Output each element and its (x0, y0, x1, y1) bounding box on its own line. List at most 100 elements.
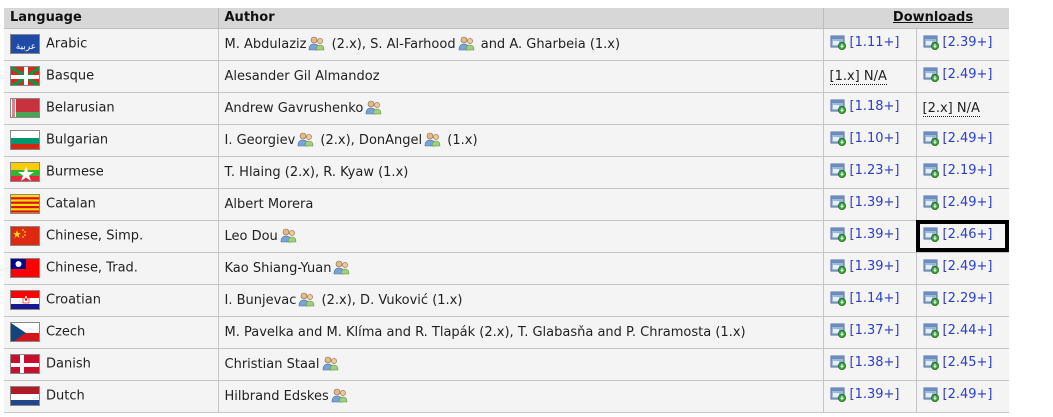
download-link[interactable]: [2.44+] (923, 322, 993, 338)
download-version-label[interactable]: [2.46+] (943, 227, 993, 242)
download-version-label[interactable]: [2.29+] (943, 291, 993, 306)
download-link[interactable]: [1.39+] (830, 194, 900, 210)
download-version-label[interactable]: [2.49+] (943, 387, 993, 402)
download-link[interactable]: [2.49+] (923, 130, 993, 146)
download-v2-cell[interactable]: [2.19+] (916, 156, 1010, 189)
download-link[interactable]: [1.23+] (830, 162, 900, 178)
download-v1-cell[interactable]: [1.37+] (823, 316, 917, 349)
download-link[interactable]: [2.46+] (923, 226, 993, 242)
package-download-icon[interactable] (923, 226, 939, 242)
package-download-icon[interactable] (830, 194, 846, 210)
package-download-icon[interactable] (923, 290, 939, 306)
download-version-label[interactable]: [1.23+] (850, 163, 900, 178)
download-link[interactable]: [1.14+] (830, 290, 900, 306)
download-link[interactable]: [2.49+] (923, 258, 993, 274)
download-v2-cell[interactable]: [2.49+] (916, 124, 1010, 157)
download-v2-cell[interactable]: [2.39+] (916, 28, 1010, 61)
download-link[interactable]: [2.49+] (923, 66, 993, 82)
download-version-label[interactable]: [2.49+] (943, 67, 993, 82)
belarus-flag-icon (10, 98, 40, 118)
download-link[interactable]: [1.39+] (830, 258, 900, 274)
download-link[interactable]: [1.37+] (830, 322, 900, 338)
package-download-icon[interactable] (923, 322, 939, 338)
download-link[interactable]: [2.29+] (923, 290, 993, 306)
person-group-icon[interactable] (424, 132, 441, 147)
person-group-icon[interactable] (298, 292, 315, 307)
download-version-label[interactable]: [1.37+] (850, 323, 900, 338)
download-v1-cell[interactable]: [1.11+] (823, 28, 917, 61)
download-link[interactable]: [1.11+] (830, 34, 900, 50)
package-download-icon[interactable] (923, 258, 939, 274)
package-download-icon[interactable] (923, 34, 939, 50)
download-v2-cell[interactable]: [2.49+] (916, 60, 1010, 93)
person-group-icon[interactable] (322, 356, 339, 371)
package-download-icon[interactable] (830, 386, 846, 402)
download-version-label[interactable]: [1.39+] (850, 259, 900, 274)
download-v2-cell[interactable]: [2.49+] (916, 380, 1010, 413)
download-v1-cell[interactable]: [1.10+] (823, 124, 917, 157)
download-version-label[interactable]: [2.39+] (943, 35, 993, 50)
package-download-icon[interactable] (923, 162, 939, 178)
download-link[interactable]: [1.18+] (830, 98, 900, 114)
china-flag-icon (10, 226, 40, 246)
download-version-label[interactable]: [1.11+] (850, 35, 900, 50)
package-download-icon[interactable] (923, 354, 939, 370)
person-group-icon[interactable] (458, 36, 475, 51)
download-version-label[interactable]: [1.39+] (850, 195, 900, 210)
download-link[interactable]: [1.39+] (830, 226, 900, 242)
download-version-label[interactable]: [1.18+] (850, 99, 900, 114)
download-v2-cell[interactable]: [2.45+] (916, 348, 1010, 381)
package-download-icon[interactable] (923, 386, 939, 402)
download-version-label[interactable]: [2.44+] (943, 323, 993, 338)
download-version-label[interactable]: [1.14+] (850, 291, 900, 306)
package-download-icon[interactable] (830, 34, 846, 50)
download-v1-cell[interactable]: [1.18+] (823, 92, 917, 125)
download-link[interactable]: [1.39+] (830, 386, 900, 402)
download-link[interactable]: [2.39+] (923, 34, 993, 50)
download-version-label[interactable]: [2.45+] (943, 355, 993, 370)
package-download-icon[interactable] (923, 66, 939, 82)
download-link[interactable]: [2.19+] (923, 162, 993, 178)
package-download-icon[interactable] (830, 322, 846, 338)
package-download-icon[interactable] (830, 258, 846, 274)
person-group-icon[interactable] (297, 132, 314, 147)
download-version-label[interactable]: [2.19+] (943, 163, 993, 178)
package-download-icon[interactable] (830, 226, 846, 242)
download-v1-cell[interactable]: [1.39+] (823, 188, 917, 221)
person-group-icon[interactable] (331, 388, 348, 403)
download-v1-cell[interactable]: [1.39+] (823, 220, 917, 253)
download-v2-cell[interactable]: [2.46+] (916, 220, 1010, 253)
download-v2-cell[interactable]: [2.44+] (916, 316, 1010, 349)
person-group-icon[interactable] (308, 36, 325, 51)
download-v2-cell[interactable]: [2.49+] (916, 252, 1010, 285)
download-v2-cell[interactable]: [2.29+] (916, 284, 1010, 317)
person-group-icon[interactable] (333, 260, 350, 275)
download-link[interactable]: [2.49+] (923, 386, 993, 402)
download-v2-cell[interactable]: [2.49+] (916, 188, 1010, 221)
package-download-icon[interactable] (830, 354, 846, 370)
download-v1-cell[interactable]: [1.23+] (823, 156, 917, 189)
download-link[interactable]: [1.38+] (830, 354, 900, 370)
download-link[interactable]: [1.10+] (830, 130, 900, 146)
download-link[interactable]: [2.45+] (923, 354, 993, 370)
download-version-label[interactable]: [1.38+] (850, 355, 900, 370)
person-group-icon[interactable] (365, 100, 382, 115)
download-version-label[interactable]: [2.49+] (943, 195, 993, 210)
package-download-icon[interactable] (830, 130, 846, 146)
download-v1-cell[interactable]: [1.39+] (823, 252, 917, 285)
download-v1-cell[interactable]: [1.39+] (823, 380, 917, 413)
download-version-label[interactable]: [2.49+] (943, 259, 993, 274)
package-download-icon[interactable] (923, 194, 939, 210)
download-version-label[interactable]: [1.39+] (850, 387, 900, 402)
download-link[interactable]: [2.49+] (923, 194, 993, 210)
package-download-icon[interactable] (830, 290, 846, 306)
download-v1-cell[interactable]: [1.38+] (823, 348, 917, 381)
package-download-icon[interactable] (830, 162, 846, 178)
download-version-label[interactable]: [2.49+] (943, 131, 993, 146)
person-group-icon[interactable] (280, 228, 297, 243)
download-v1-cell[interactable]: [1.14+] (823, 284, 917, 317)
package-download-icon[interactable] (830, 98, 846, 114)
download-version-label[interactable]: [1.39+] (850, 227, 900, 242)
download-version-label[interactable]: [1.10+] (850, 131, 900, 146)
package-download-icon[interactable] (923, 130, 939, 146)
